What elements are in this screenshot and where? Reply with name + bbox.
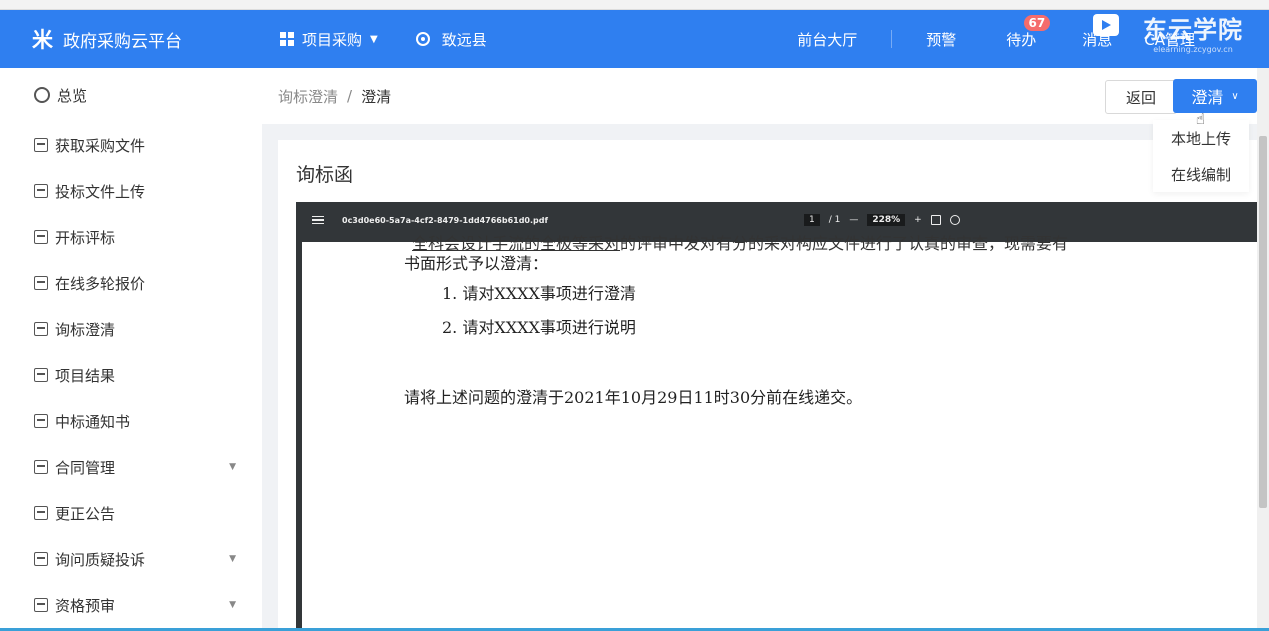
sidebar-item-multi-quote[interactable]: 在线多轮报价: [0, 260, 262, 306]
file-upload-icon: [34, 184, 48, 198]
sidebar-item-label: 项目结果: [55, 366, 116, 385]
file-search-icon: [34, 322, 48, 336]
card-title: 询标函: [296, 164, 354, 186]
chevron-down-icon: ∨: [1231, 90, 1239, 102]
top-menu: 项目采购 ▼ 致远县: [262, 29, 487, 50]
sidebar-item-bid-opening[interactable]: 开标评标: [0, 214, 262, 260]
page-number-input[interactable]: 1: [804, 214, 820, 226]
location-pin-icon: [415, 32, 430, 46]
menu-project-procurement[interactable]: 项目采购 ▼: [280, 29, 378, 50]
complaint-icon: [34, 552, 48, 566]
doc-line-cut-b: 的评审中发对有分的采对构应文件进行了认真的审查，现需要有: [620, 234, 1069, 253]
caret-down-icon: ▼: [370, 33, 378, 45]
qualification-icon: [34, 598, 48, 612]
top-navbar: 米 政府采购云平台 项目采购 ▼ 致远县 前台大厅 预警 待办 67 消息 CA…: [0, 10, 1269, 68]
clarify-button-label: 澄清: [1191, 88, 1224, 107]
main-content: 询标澄清 / 澄清 返回 澄清 ∨ ☝ 本地上传 在线编制 询标函 0c3d0e…: [262, 68, 1269, 631]
sidebar-item-label: 询标澄清: [55, 320, 116, 339]
sidebar-item-contract[interactable]: 合同管理 ▼: [0, 444, 262, 490]
link-warning[interactable]: 预警: [892, 29, 990, 50]
hand-cursor-icon: ☝: [1195, 110, 1205, 128]
dropdown-item-online-edit[interactable]: 在线编制: [1153, 156, 1249, 192]
sidebar-item-prequalification[interactable]: 资格预审 ▼: [0, 582, 262, 628]
watermark-title: 东云学院: [1143, 16, 1243, 44]
doc-line-1: 书面形式予以澄清：: [404, 254, 549, 273]
pdf-viewer: 0c3d0e60-5a7a-4cf2-8479-1dd4766b61d0.pdf…: [296, 202, 1269, 631]
sidebar-item-get-files[interactable]: 获取采购文件: [0, 122, 262, 168]
breadcrumb-separator: /: [347, 87, 353, 105]
sidebar-item-project-result[interactable]: 项目结果: [0, 352, 262, 398]
edit-icon: [34, 506, 48, 520]
caret-down-icon: ▼: [229, 600, 236, 610]
sidebar-item-label: 合同管理: [55, 458, 116, 477]
sidebar-item-label: 开标评标: [55, 228, 116, 247]
link-todo-label: 待办: [1006, 30, 1037, 49]
zoom-level[interactable]: 228%: [867, 214, 906, 226]
menu-icon[interactable]: [312, 215, 324, 225]
doc-deadline: 请将上述问题的澄清于2021年10月29日11时30分前在线递交。: [404, 388, 863, 407]
rotate-icon[interactable]: [949, 215, 960, 225]
sidebar-item-complaint[interactable]: 询问质疑投诉 ▼: [0, 536, 262, 582]
caret-down-icon: ▼: [229, 462, 236, 472]
contract-icon: [34, 460, 48, 474]
clarify-dropdown-menu: 本地上传 在线编制: [1153, 120, 1249, 192]
sidebar-item-label: 询问质疑投诉: [55, 550, 146, 569]
breadcrumb-current: 澄清: [361, 87, 392, 106]
sidebar-item-bid-upload[interactable]: 投标文件上传: [0, 168, 262, 214]
sidebar-item-award-notice[interactable]: 中标通知书: [0, 398, 262, 444]
link-front-hall[interactable]: 前台大厅: [763, 29, 891, 50]
sidebar-item-label: 中标通知书: [55, 412, 131, 431]
doc-item-2: 2. 请对XXXX事项进行说明: [442, 318, 636, 337]
pdf-filename: 0c3d0e60-5a7a-4cf2-8479-1dd4766b61d0.pdf: [342, 215, 548, 225]
link-todo[interactable]: 待办 67: [990, 14, 1052, 50]
sidebar-item-overview[interactable]: 总览: [0, 68, 262, 122]
scrollbar-thumb[interactable]: [1259, 136, 1267, 508]
zoom-out-button[interactable]: —: [849, 215, 858, 225]
watermark-url: elearning.zcygov.cn: [1153, 45, 1233, 54]
sidebar-item-label: 投标文件上传: [55, 182, 146, 201]
watermark-play-icon: [1093, 14, 1119, 36]
grid-icon: [280, 32, 294, 46]
sidebar-item-label: 更正公告: [55, 504, 116, 523]
circle-icon: [34, 87, 50, 103]
sidebar-item-clarification[interactable]: 询标澄清: [0, 306, 262, 352]
sidebar-item-correction[interactable]: 更正公告: [0, 490, 262, 536]
clarify-dropdown-button[interactable]: 澄清 ∨: [1173, 79, 1257, 113]
caret-down-icon: ▼: [229, 554, 236, 564]
page-total: / 1: [828, 215, 841, 225]
todo-count-badge: 67: [1023, 14, 1051, 31]
brand-logo-icon: 米: [32, 28, 53, 52]
sidebar: 总览 获取采购文件 投标文件上传 开标评标 在线多轮报价 询标澄清 项目结果 中…: [0, 68, 262, 631]
back-button[interactable]: 返回: [1105, 80, 1177, 114]
menu-region-label: 致远县: [441, 30, 487, 49]
zoom-in-button[interactable]: +: [914, 215, 922, 225]
brand[interactable]: 米 政府采购云平台: [0, 24, 262, 54]
breadcrumb-parent[interactable]: 询标澄清: [278, 86, 338, 107]
doc-item-1: 1. 请对XXXX事项进行澄清: [442, 284, 636, 303]
sidebar-item-label: 总览: [57, 86, 88, 105]
inquiry-letter-card: 询标函 0c3d0e60-5a7a-4cf2-8479-1dd4766b61d0…: [278, 140, 1269, 631]
sidebar-item-label: 在线多轮报价: [55, 274, 146, 293]
page-scrollbar[interactable]: [1257, 68, 1269, 631]
menu-project-procurement-label: 项目采购: [302, 30, 363, 49]
result-icon: [34, 368, 48, 382]
file-evaluate-icon: [34, 230, 48, 244]
quote-icon: [34, 276, 48, 290]
notice-icon: [34, 414, 48, 428]
menu-region[interactable]: 致远县: [415, 29, 487, 50]
file-download-icon: [34, 138, 48, 152]
browser-strip: [0, 0, 1269, 10]
watermark: 东云学院 elearning.zcygov.cn: [1143, 10, 1243, 54]
brand-title: 政府采购云平台: [63, 31, 182, 52]
sidebar-item-label: 资格预审: [55, 596, 116, 615]
fit-page-icon[interactable]: [930, 215, 941, 225]
sidebar-item-label: 获取采购文件: [55, 136, 146, 155]
pdf-page: 全科会设计手流的全极等采对的评审中发对有分的采对构应文件进行了认真的审查，现需要…: [302, 234, 1269, 631]
